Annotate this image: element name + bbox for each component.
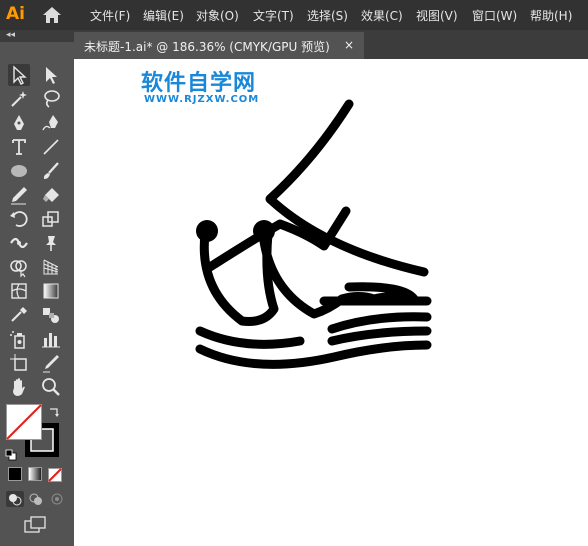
- blend-tool[interactable]: [40, 304, 62, 326]
- color-mode-button[interactable]: [8, 467, 22, 481]
- swap-colors-icon[interactable]: [47, 404, 61, 418]
- rotate-tool[interactable]: [8, 208, 30, 230]
- fill-swatch[interactable]: [6, 404, 42, 440]
- shape-builder-tool[interactable]: [8, 256, 30, 278]
- close-icon[interactable]: ×: [344, 38, 354, 52]
- selection-tool[interactable]: [8, 64, 30, 86]
- menu-edit[interactable]: 编辑(E): [143, 7, 184, 24]
- menu-help[interactable]: 帮助(H): [530, 7, 572, 24]
- column-graph-tool[interactable]: [40, 328, 62, 350]
- direct-selection-tool[interactable]: [40, 64, 62, 86]
- gradient-tool[interactable]: [40, 280, 62, 302]
- menu-bar: Ai 文件(F) 编辑(E) 对象(O) 文字(T) 选择(S) 效果(C) 视…: [0, 0, 588, 30]
- collapse-icon[interactable]: ◂◂: [6, 30, 15, 40]
- default-colors-icon[interactable]: [5, 446, 17, 461]
- hand-tool[interactable]: [8, 376, 30, 398]
- paintbrush-tool[interactable]: [40, 160, 62, 182]
- diagonal-stroke: [265, 99, 429, 277]
- artboard-canvas[interactable]: 软件自学网 WWW.RJZXW.COM: [74, 59, 588, 546]
- zoom-tool[interactable]: [40, 376, 62, 398]
- scale-tool[interactable]: [40, 208, 62, 230]
- mesh-tool[interactable]: [8, 280, 30, 302]
- cross-stroke: [205, 206, 351, 272]
- artboard-tool[interactable]: [8, 352, 30, 374]
- draw-behind-icon[interactable]: [27, 491, 45, 507]
- right-dot: [253, 220, 275, 242]
- slice-tool[interactable]: [40, 352, 62, 374]
- magic-wand-tool[interactable]: [8, 88, 30, 110]
- menu-object[interactable]: 对象(O): [196, 7, 239, 24]
- menu-window[interactable]: 窗口(W): [472, 7, 517, 24]
- gradient-mode-button[interactable]: [28, 467, 42, 481]
- wave-lower-stroke: [327, 326, 432, 346]
- app-logo: Ai: [6, 4, 25, 24]
- eyedropper-tool[interactable]: [8, 304, 30, 326]
- draw-normal-icon[interactable]: [6, 491, 24, 507]
- ellipse-tool[interactable]: [8, 160, 30, 182]
- hand-upper-stroke: [195, 326, 305, 349]
- symbol-sprayer-tool[interactable]: [8, 328, 30, 350]
- menu-file[interactable]: 文件(F): [90, 7, 130, 24]
- menu-effect[interactable]: 效果(C): [361, 7, 403, 24]
- hand-lower-stroke: [195, 340, 432, 369]
- screen-mode-icon[interactable]: [24, 516, 48, 534]
- lasso-tool[interactable]: [40, 88, 62, 110]
- draw-inside-icon[interactable]: [48, 491, 66, 507]
- eraser-tool[interactable]: [40, 184, 62, 206]
- document-tab-bar: 未标题-1.ai* @ 186.36% (CMYK/GPU 预览) ×: [74, 30, 588, 59]
- menu-view[interactable]: 视图(V): [416, 7, 458, 24]
- document-tab-title[interactable]: 未标题-1.ai* @ 186.36% (CMYK/GPU 预览): [84, 38, 330, 55]
- home-icon[interactable]: [42, 6, 62, 24]
- line-segment-tool[interactable]: [40, 136, 62, 158]
- curvature-tool[interactable]: [40, 112, 62, 134]
- document-tab[interactable]: 未标题-1.ai* @ 186.36% (CMYK/GPU 预览) ×: [74, 32, 364, 59]
- none-mode-button[interactable]: [48, 467, 62, 482]
- menu-type[interactable]: 文字(T): [253, 7, 294, 24]
- width-tool[interactable]: [8, 232, 30, 254]
- panel-collapse-bar[interactable]: ◂◂: [0, 30, 74, 42]
- menu-select[interactable]: 选择(S): [307, 7, 348, 24]
- pen-tool[interactable]: [8, 112, 30, 134]
- pencil-tool[interactable]: [8, 184, 30, 206]
- perspective-grid-tool[interactable]: [40, 256, 62, 278]
- puppet-warp-tool[interactable]: [40, 232, 62, 254]
- left-dot: [196, 220, 218, 242]
- artwork: [195, 99, 432, 369]
- type-tool[interactable]: [8, 136, 30, 158]
